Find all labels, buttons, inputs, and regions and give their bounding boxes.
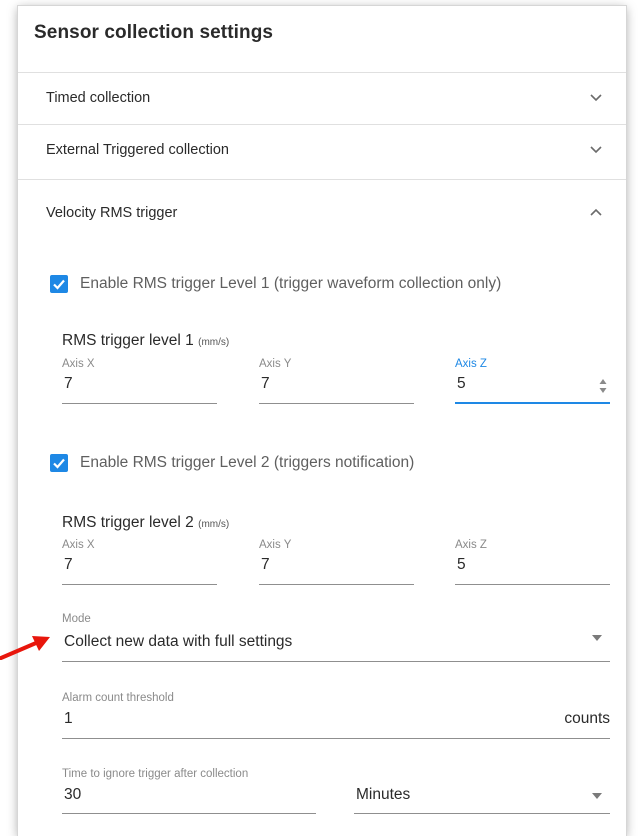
field-value[interactable]: 5 xyxy=(457,375,466,393)
checkbox-label: Enable RMS trigger Level 1 (trigger wave… xyxy=(80,275,502,292)
field-label: Axis Y xyxy=(259,358,292,370)
level2-axis-z-field[interactable]: Axis Z 5 xyxy=(455,539,610,585)
checkbox-label: Enable RMS trigger Level 2 (triggers not… xyxy=(80,454,415,471)
field-label: Alarm count threshold xyxy=(62,692,174,704)
chevron-up-icon xyxy=(588,205,604,221)
accordion-label: Velocity RMS trigger xyxy=(46,205,178,221)
field-value[interactable]: 7 xyxy=(64,375,73,393)
field-label: Axis X xyxy=(62,539,95,551)
field-value[interactable]: 7 xyxy=(261,556,270,574)
unit-label: (mm/s) xyxy=(198,519,230,530)
time-unit-select[interactable]: Minutes xyxy=(354,768,610,814)
alarm-count-threshold-field[interactable]: Alarm count threshold 1 counts xyxy=(62,692,610,739)
panel-title: Sensor collection settings xyxy=(34,22,274,43)
field-value[interactable]: 7 xyxy=(261,375,270,393)
dropdown-arrow-icon[interactable] xyxy=(592,793,602,799)
dropdown-arrow-icon[interactable] xyxy=(592,635,602,641)
level2-axis-x-field[interactable]: Axis X 7 xyxy=(62,539,217,585)
level1-axis-x-field[interactable]: Axis X 7 xyxy=(62,358,217,404)
time-to-ignore-field[interactable]: Time to ignore trigger after collection … xyxy=(62,768,316,814)
level1-axis-z-field[interactable]: Axis Z 5 xyxy=(455,358,610,404)
field-label: Axis X xyxy=(62,358,95,370)
field-value[interactable]: 30 xyxy=(64,786,81,804)
field-label: Time to ignore trigger after collection xyxy=(62,768,249,780)
field-value[interactable]: 7 xyxy=(64,556,73,574)
rms-level2-title: RMS trigger level 2 (mm/s) xyxy=(62,514,230,531)
enable-rms-level2-checkbox[interactable]: Enable RMS trigger Level 2 (triggers not… xyxy=(50,453,610,475)
rms-level1-title: RMS trigger level 1 (mm/s) xyxy=(62,332,230,349)
accordion-timed-collection[interactable]: Timed collection xyxy=(18,72,626,124)
accordion-label: Timed collection xyxy=(46,90,151,106)
field-label: Axis Z xyxy=(455,539,487,551)
counts-suffix: counts xyxy=(564,710,610,727)
level1-axis-y-field[interactable]: Axis Y 7 xyxy=(259,358,414,404)
sensor-collection-settings-panel: Sensor collection settings Timed collect… xyxy=(18,6,626,836)
accordion-external-triggered[interactable]: External Triggered collection xyxy=(18,124,626,176)
accordion-velocity-rms-trigger[interactable]: Velocity RMS trigger xyxy=(18,179,626,239)
mode-select[interactable]: Mode Collect new data with full settings xyxy=(62,613,610,662)
chevron-down-icon xyxy=(588,141,604,157)
level2-axis-y-field[interactable]: Axis Y 7 xyxy=(259,539,414,585)
spinner-icon[interactable] xyxy=(598,376,608,396)
field-label: Axis Y xyxy=(259,539,292,551)
checkmark-icon[interactable] xyxy=(50,454,68,472)
unit-label: (mm/s) xyxy=(198,337,230,348)
chevron-down-icon xyxy=(588,89,604,105)
annotation-arrow xyxy=(0,632,52,660)
field-value[interactable]: 1 xyxy=(64,710,73,728)
field-label: Mode xyxy=(62,613,91,625)
accordion-label: External Triggered collection xyxy=(46,142,229,158)
field-label: Axis Z xyxy=(455,358,487,370)
field-value[interactable]: Collect new data with full settings xyxy=(64,633,292,651)
field-value[interactable]: Minutes xyxy=(356,786,410,804)
field-value[interactable]: 5 xyxy=(457,556,466,574)
checkmark-icon[interactable] xyxy=(50,275,68,293)
enable-rms-level1-checkbox[interactable]: Enable RMS trigger Level 1 (trigger wave… xyxy=(50,274,610,296)
